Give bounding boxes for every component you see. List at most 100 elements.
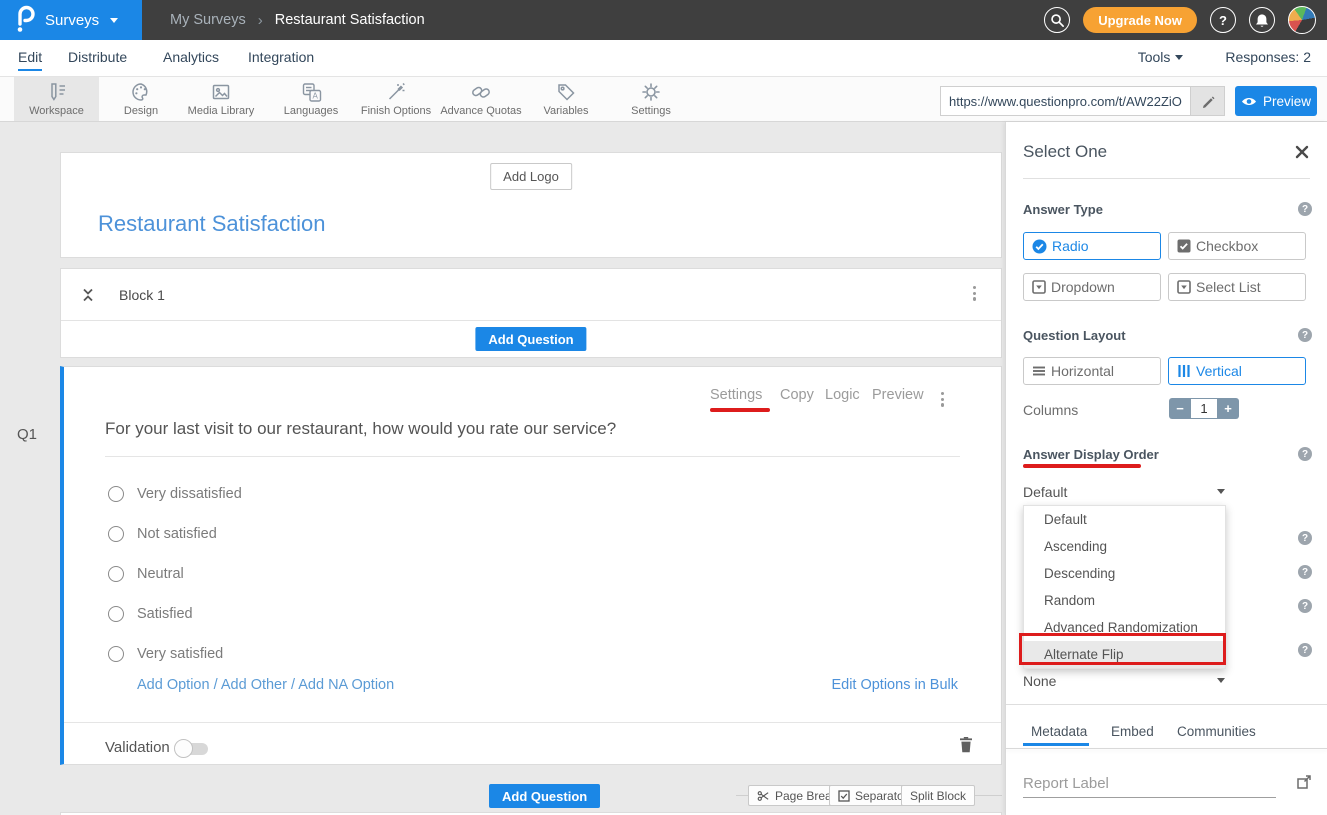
answer-type-dropdown-button[interactable]: Dropdown: [1023, 273, 1161, 301]
menu-item-descending[interactable]: Descending: [1024, 560, 1225, 587]
validation-toggle[interactable]: [176, 743, 208, 755]
block-title[interactable]: Block 1: [119, 287, 165, 303]
survey-url-input[interactable]: [940, 86, 1190, 116]
setting-help-icon[interactable]: ?: [1298, 643, 1312, 657]
tools-menu[interactable]: Tools: [1138, 49, 1184, 65]
preview-button[interactable]: Preview: [1235, 86, 1317, 116]
user-avatar[interactable]: [1288, 6, 1316, 34]
report-label-input[interactable]: [1023, 772, 1276, 798]
radio-button-icon[interactable]: [108, 566, 124, 582]
answer-option-label[interactable]: Very dissatisfied: [137, 486, 242, 502]
breadcrumb-current-survey: Restaurant Satisfaction: [275, 12, 425, 28]
horizontal-lines-icon: [1032, 364, 1046, 378]
add-na-option-link[interactable]: Add NA Option: [298, 677, 394, 693]
upgrade-now-button[interactable]: Upgrade Now: [1083, 7, 1197, 33]
answer-type-select-list-button[interactable]: Select List: [1168, 273, 1306, 301]
block-menu-button[interactable]: [970, 283, 979, 304]
setting-help-icon[interactable]: ?: [1298, 531, 1312, 545]
question-text[interactable]: For your last visit to our restaurant, h…: [105, 419, 616, 439]
radio-button-icon[interactable]: [108, 486, 124, 502]
active-tab-underline: [1023, 743, 1089, 746]
responses-count-link[interactable]: Responses: 2: [1225, 49, 1311, 65]
answer-option-label[interactable]: Not satisfied: [137, 526, 217, 542]
panel-tab-metadata[interactable]: Metadata: [1031, 724, 1087, 739]
chevron-down-icon[interactable]: [1217, 678, 1225, 683]
add-question-button-bottom[interactable]: Add Question: [489, 784, 600, 808]
answer-option-label[interactable]: Neutral: [137, 566, 184, 582]
secondary-select[interactable]: None: [1023, 673, 1056, 689]
close-panel-button[interactable]: [1295, 145, 1309, 164]
languages-translate-icon: A: [300, 81, 322, 103]
product-switcher[interactable]: Surveys: [0, 0, 142, 40]
answer-option-label[interactable]: Satisfied: [137, 606, 193, 622]
tag-icon: [555, 81, 577, 103]
toolbar-settings[interactable]: Settings: [621, 77, 681, 121]
columns-decrement-button[interactable]: −: [1169, 398, 1191, 419]
answer-option-row: Neutral: [108, 566, 184, 582]
survey-title[interactable]: Restaurant Satisfaction: [98, 211, 325, 237]
edit-options-in-bulk-link[interactable]: Edit Options in Bulk: [831, 677, 958, 693]
toolbar-advance-quotas[interactable]: Advance Quotas: [434, 77, 528, 121]
radio-button-icon[interactable]: [108, 526, 124, 542]
columns-label: Columns: [1023, 402, 1078, 418]
question-menu-button[interactable]: [938, 389, 947, 410]
panel-title: Select One: [1023, 142, 1107, 162]
setting-help-icon[interactable]: ?: [1298, 565, 1312, 579]
toolbar-workspace[interactable]: Workspace: [14, 77, 99, 121]
question-tab-settings[interactable]: Settings: [710, 387, 762, 403]
radio-button-icon[interactable]: [108, 646, 124, 662]
radio-button-icon[interactable]: [108, 606, 124, 622]
checkbox-check-icon: [1177, 239, 1191, 253]
panel-tab-communities[interactable]: Communities: [1177, 724, 1256, 739]
add-other-link[interactable]: Add Other: [221, 677, 287, 693]
answer-option-row: Very dissatisfied: [108, 486, 242, 502]
tab-analytics[interactable]: Analytics: [163, 49, 219, 65]
split-block-button[interactable]: Split Block: [901, 785, 975, 806]
toolbar-media-library[interactable]: Media Library: [184, 77, 258, 121]
answer-option-label[interactable]: Very satisfied: [137, 646, 223, 662]
toolbar-languages[interactable]: A Languages: [279, 77, 343, 121]
add-logo-button[interactable]: Add Logo: [490, 163, 572, 190]
answer-type-checkbox-button[interactable]: Checkbox: [1168, 232, 1306, 260]
question-layout-help-icon[interactable]: ?: [1298, 328, 1312, 342]
columns-increment-button[interactable]: +: [1217, 398, 1239, 419]
toolbar-variables[interactable]: Variables: [536, 77, 596, 121]
expand-report-label-button[interactable]: [1296, 774, 1312, 795]
menu-item-random[interactable]: Random: [1024, 587, 1225, 614]
tab-edit[interactable]: Edit: [18, 49, 42, 71]
add-question-button-top[interactable]: Add Question: [475, 327, 586, 351]
breadcrumb-my-surveys[interactable]: My Surveys: [170, 12, 246, 28]
help-button[interactable]: ?: [1210, 7, 1236, 33]
question-tab-preview[interactable]: Preview: [872, 387, 924, 403]
question-card: Settings Copy Logic Preview For your las…: [60, 366, 1002, 765]
toolbar-design[interactable]: Design: [113, 77, 169, 121]
setting-help-icon[interactable]: ?: [1298, 599, 1312, 613]
delete-question-button[interactable]: [958, 735, 974, 758]
display-order-help-icon[interactable]: ?: [1298, 447, 1312, 461]
tab-integration[interactable]: Integration: [248, 49, 314, 65]
collapse-block-button[interactable]: [81, 287, 95, 308]
survey-url-group: [940, 86, 1225, 116]
question-tab-copy[interactable]: Copy: [780, 387, 814, 403]
question-tab-logic[interactable]: Logic: [825, 387, 860, 403]
menu-item-alternate-flip[interactable]: Alternate Flip: [1024, 641, 1225, 668]
tab-distribute[interactable]: Distribute: [68, 49, 127, 65]
answer-type-radio-button[interactable]: Radio: [1023, 232, 1161, 260]
toolbar-finish-options[interactable]: Finish Options: [355, 77, 437, 121]
panel-tab-embed[interactable]: Embed: [1111, 724, 1154, 739]
layout-vertical-button[interactable]: Vertical: [1168, 357, 1306, 385]
layout-horizontal-button[interactable]: Horizontal: [1023, 357, 1161, 385]
chevron-down-icon[interactable]: [1217, 489, 1225, 494]
notifications-button[interactable]: [1249, 7, 1275, 33]
questionpro-survey-editor: Surveys My Surveys › Restaurant Satisfac…: [0, 0, 1327, 815]
menu-item-advanced-randomization[interactable]: Advanced Randomization: [1024, 614, 1225, 641]
edit-url-button[interactable]: [1190, 86, 1225, 116]
menu-item-ascending[interactable]: Ascending: [1024, 533, 1225, 560]
menu-item-default[interactable]: Default: [1024, 506, 1225, 533]
tabs-border: [1006, 748, 1327, 749]
answer-type-help-icon[interactable]: ?: [1298, 202, 1312, 216]
add-option-link[interactable]: Add Option: [137, 677, 210, 693]
question-number: Q1: [17, 426, 37, 443]
search-button[interactable]: [1044, 7, 1070, 33]
display-order-select[interactable]: Default: [1023, 484, 1067, 500]
